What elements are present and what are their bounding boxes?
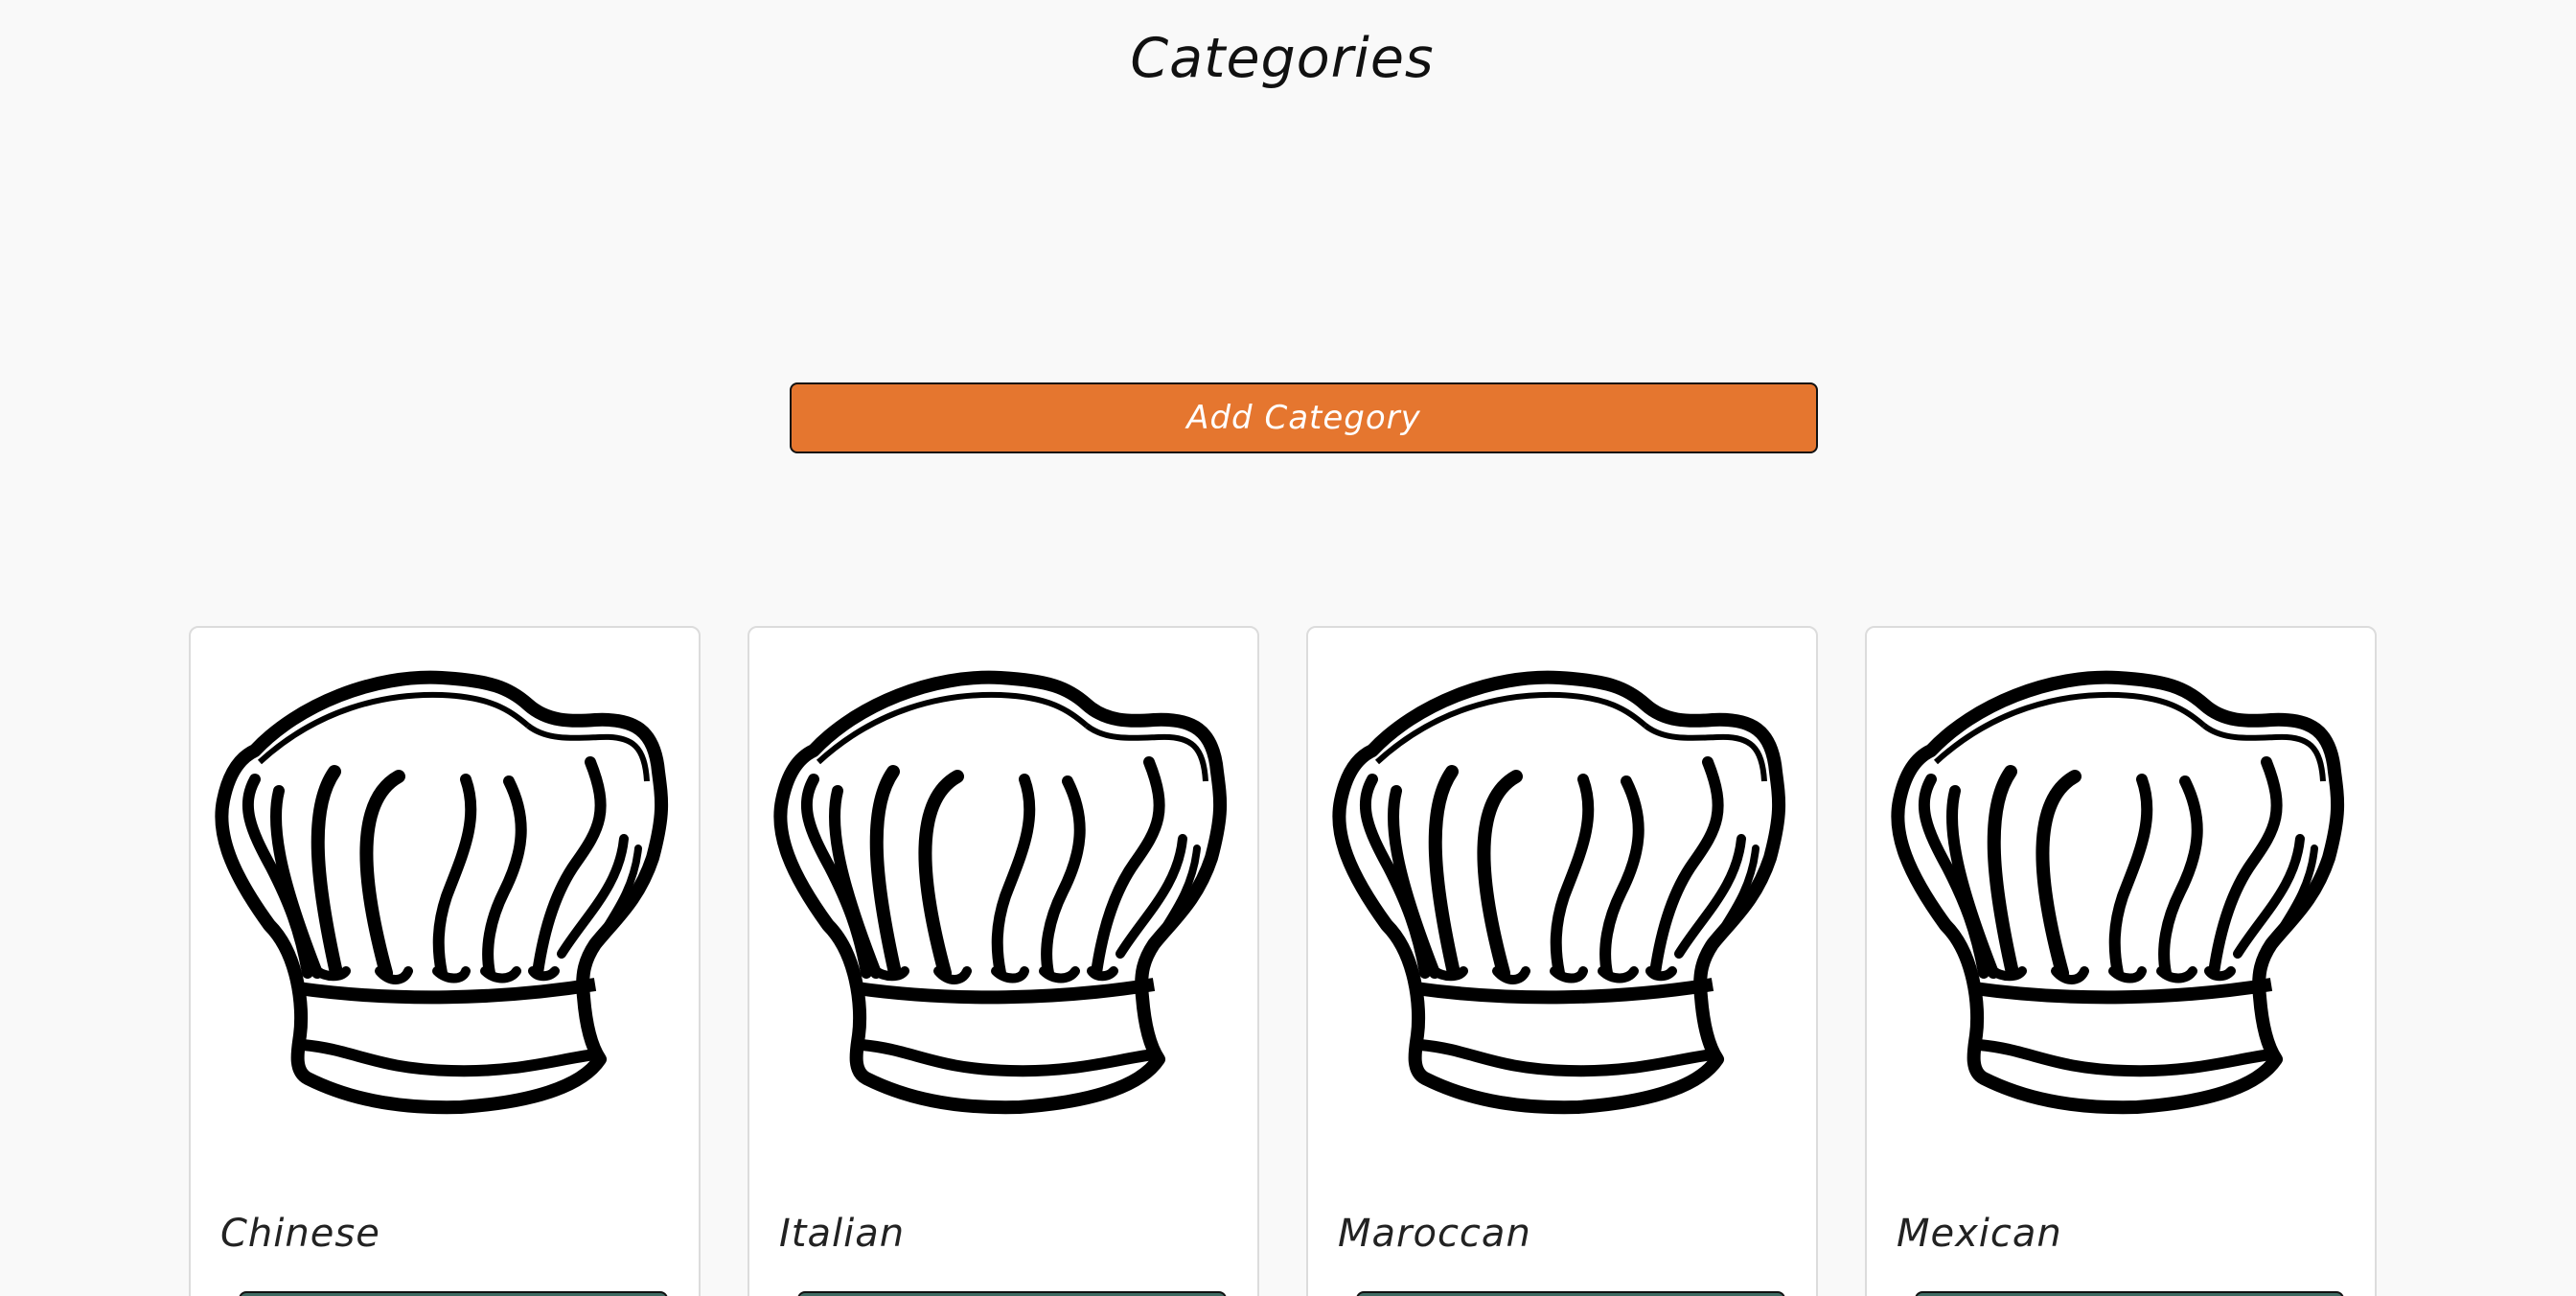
- category-name: Italian: [779, 1212, 906, 1256]
- category-action-button[interactable]: [1356, 1291, 1785, 1296]
- category-name: Mexican: [1897, 1212, 2062, 1256]
- categories-page: Categories Add Category Chinese Italian …: [0, 0, 2576, 1296]
- chef-hat-icon: [770, 666, 1234, 1136]
- category-card[interactable]: Maroccan: [1306, 626, 1818, 1296]
- category-card-grid: Chinese Italian Maroccan Mexican: [0, 0, 2576, 1296]
- category-card[interactable]: Mexican: [1865, 626, 2377, 1296]
- chef-hat-icon: [1329, 666, 1793, 1136]
- category-card[interactable]: Italian: [748, 626, 1259, 1296]
- category-card[interactable]: Chinese: [189, 626, 701, 1296]
- category-name: Maroccan: [1338, 1212, 1531, 1256]
- category-action-button[interactable]: [239, 1291, 668, 1296]
- chef-hat-icon: [212, 666, 676, 1136]
- category-action-button[interactable]: [1915, 1291, 2344, 1296]
- category-action-button[interactable]: [797, 1291, 1227, 1296]
- chef-hat-icon: [1888, 666, 2352, 1136]
- category-name: Chinese: [220, 1212, 380, 1256]
